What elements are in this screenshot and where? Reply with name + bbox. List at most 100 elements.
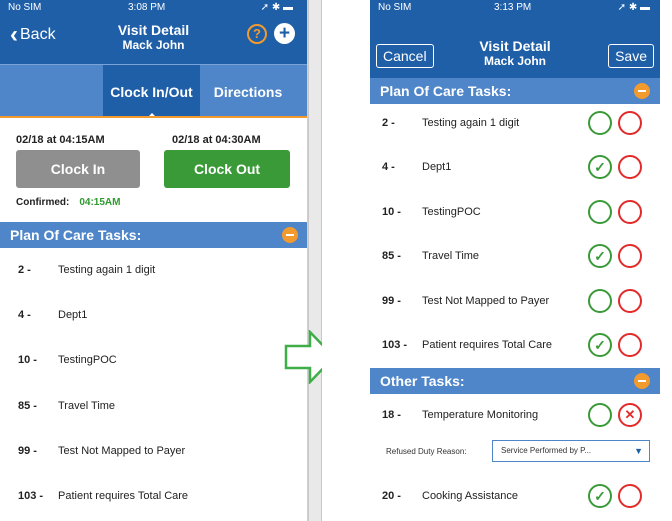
- battery-icon: ➚ ✱ ▬: [260, 2, 293, 13]
- right-phone-screen: No SIM 3:13 PM ➚ ✱ ▬ Cancel Visit Detail…: [370, 0, 660, 521]
- check-icon: ✓: [594, 488, 606, 504]
- task-number: 103 -: [18, 490, 44, 502]
- close-icon: ✕: [624, 407, 636, 422]
- left-header: No SIM 3:08 PM ➚ ✱ ▬ ‹ Back Visit Detail…: [0, 0, 307, 64]
- confirmed-label: Confirmed:: [16, 197, 70, 208]
- clock-time: 3:08 PM: [128, 2, 166, 13]
- task-row: 99 - Test Not Mapped to Payer: [0, 441, 307, 461]
- task-row: 18 - Temperature Monitoring ✕: [370, 403, 660, 427]
- complete-toggle[interactable]: ✓: [588, 484, 612, 508]
- complete-toggle[interactable]: [588, 289, 612, 313]
- refuse-toggle[interactable]: [618, 333, 642, 357]
- task-number: 2 -: [382, 117, 395, 129]
- complete-toggle[interactable]: [588, 200, 612, 224]
- task-row: 20 - Cooking Assistance ✓: [370, 484, 660, 508]
- task-row: 2 - Testing again 1 digit: [370, 111, 660, 135]
- complete-toggle[interactable]: ✓: [588, 333, 612, 357]
- task-number: 103 -: [382, 339, 408, 351]
- collapse-icon[interactable]: [282, 227, 298, 243]
- task-number: 85 -: [382, 250, 401, 262]
- task-row: 85 - Travel Time ✓: [370, 244, 660, 268]
- collapse-icon[interactable]: [634, 373, 650, 389]
- refused-duty-row: Refused Duty Reason: Service Performed b…: [370, 437, 660, 467]
- task-name: Patient requires Total Care: [58, 490, 189, 502]
- tab-clock-label: Clock In/Out: [110, 83, 193, 100]
- refuse-toggle[interactable]: [618, 155, 642, 179]
- task-name: Cooking Assistance: [422, 490, 518, 502]
- collapse-icon[interactable]: [634, 83, 650, 99]
- task-name: Test Not Mapped to Payer: [58, 445, 186, 457]
- help-icon[interactable]: ?: [247, 24, 267, 44]
- refuse-toggle[interactable]: ✕: [618, 403, 642, 427]
- task-number: 18 -: [382, 409, 401, 421]
- task-name: Patient requires Total Care: [422, 339, 553, 351]
- task-row: 85 - Travel Time: [0, 396, 307, 416]
- complete-toggle[interactable]: ✓: [588, 155, 612, 179]
- other-tasks-header: Other Tasks:: [370, 368, 660, 394]
- task-name: Travel Time: [58, 400, 116, 412]
- left-status-bar: No SIM 3:08 PM ➚ ✱ ▬: [0, 0, 307, 16]
- task-number: 10 -: [18, 354, 37, 366]
- plan-of-care-header: Plan Of Care Tasks:: [370, 78, 660, 104]
- task-number: 4 -: [382, 161, 395, 173]
- dropdown-caret-icon: ▼: [634, 446, 643, 456]
- screenshot-canvas: No SIM 3:08 PM ➚ ✱ ▬ ‹ Back Visit Detail…: [0, 0, 672, 521]
- clock-in-time: 02/18 at 04:15AM: [16, 134, 105, 146]
- left-phone-screen: No SIM 3:08 PM ➚ ✱ ▬ ‹ Back Visit Detail…: [0, 0, 308, 521]
- carrier-label: No SIM: [378, 2, 412, 13]
- task-row: 4 - Dept1 ✓: [370, 155, 660, 179]
- task-row: 103 - Patient requires Total Care ✓: [370, 333, 660, 357]
- battery-icon: ➚ ✱ ▬: [617, 2, 650, 13]
- complete-toggle[interactable]: [588, 403, 612, 427]
- right-phone-area: No SIM 3:13 PM ➚ ✱ ▬ Cancel Visit Detail…: [322, 0, 672, 521]
- task-number: 85 -: [18, 400, 37, 412]
- carrier-label: No SIM: [8, 2, 42, 13]
- task-row: 4 - Dept1: [0, 305, 307, 325]
- plan-of-care-title: Plan Of Care Tasks:: [10, 227, 142, 243]
- right-status-bar: No SIM 3:13 PM ➚ ✱ ▬: [370, 0, 660, 16]
- save-button[interactable]: Save: [608, 44, 654, 68]
- check-icon: ✓: [594, 159, 606, 175]
- refuse-toggle[interactable]: [618, 289, 642, 313]
- task-row: 10 - TestingPOC: [0, 350, 307, 370]
- refuse-toggle[interactable]: [618, 111, 642, 135]
- task-name: TestingPOC: [422, 206, 481, 218]
- refused-duty-label: Refused Duty Reason:: [386, 447, 467, 456]
- right-header: No SIM 3:13 PM ➚ ✱ ▬ Cancel Visit Detail…: [370, 0, 660, 78]
- task-name: Travel Time: [422, 250, 480, 262]
- check-icon: ✓: [594, 337, 606, 353]
- confirmed-time: 04:15AM: [79, 197, 121, 208]
- task-number: 99 -: [382, 295, 401, 307]
- screen-divider: [308, 0, 322, 521]
- task-row: 103 - Patient requires Total Care: [0, 486, 307, 506]
- task-number: 10 -: [382, 206, 401, 218]
- task-number: 20 -: [382, 490, 401, 502]
- tab-clock-in-out[interactable]: Clock In/Out: [103, 65, 200, 119]
- clock-panel: 02/18 at 04:15AM 02/18 at 04:30AM Clock …: [0, 118, 307, 218]
- task-row: 99 - Test Not Mapped to Payer: [370, 289, 660, 313]
- refuse-toggle[interactable]: [618, 244, 642, 268]
- tab-bar: Clock In/Out Directions: [0, 64, 307, 119]
- confirmed-row: Confirmed: 04:15AM: [16, 197, 120, 208]
- refused-reason-value: Service Performed by P...: [501, 446, 592, 455]
- clock-in-button[interactable]: Clock In: [16, 150, 140, 188]
- complete-toggle[interactable]: [588, 111, 612, 135]
- task-name: Dept1: [422, 161, 452, 173]
- complete-toggle[interactable]: ✓: [588, 244, 612, 268]
- add-icon[interactable]: +: [274, 23, 295, 44]
- task-name: Temperature Monitoring: [422, 409, 539, 421]
- tab-directions[interactable]: Directions: [203, 65, 293, 118]
- task-row: 2 - Testing again 1 digit: [0, 260, 307, 280]
- plan-of-care-title: Plan Of Care Tasks:: [380, 83, 512, 99]
- refuse-toggle[interactable]: [618, 200, 642, 224]
- plan-of-care-header: Plan Of Care Tasks:: [0, 222, 307, 248]
- task-number: 99 -: [18, 445, 37, 457]
- clock-out-button[interactable]: Clock Out: [164, 150, 290, 188]
- check-icon: ✓: [594, 248, 606, 264]
- task-row: 10 - TestingPOC: [370, 200, 660, 224]
- refuse-toggle[interactable]: [618, 484, 642, 508]
- refused-reason-select[interactable]: Service Performed by P... ▼: [492, 440, 650, 462]
- task-name: Testing again 1 digit: [58, 264, 156, 276]
- clock-time: 3:13 PM: [494, 2, 532, 13]
- clock-out-time: 02/18 at 04:30AM: [172, 134, 261, 146]
